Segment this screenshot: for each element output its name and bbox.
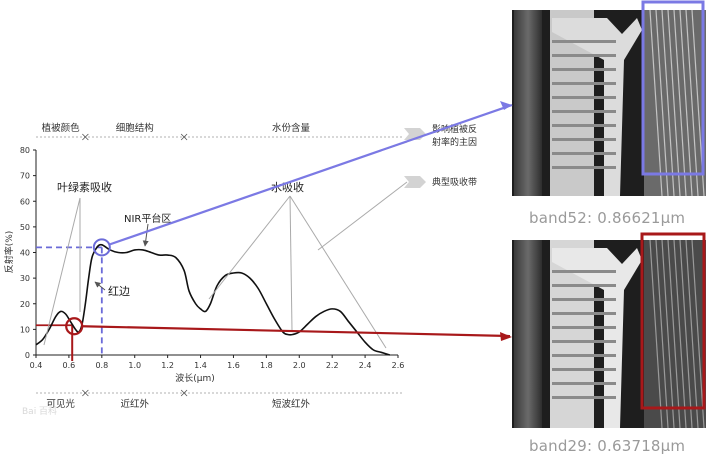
guide-lines [36, 246, 103, 361]
bottom-region-arrow [84, 389, 89, 397]
x-tick-label: 2.6 [392, 361, 405, 370]
image-pier [552, 270, 616, 273]
x-tick-label: 0.6 [63, 361, 76, 370]
y-tick-label: 0 [25, 351, 30, 360]
band52-image [512, 9, 706, 197]
y-tick-label: 60 [20, 197, 30, 206]
image-pier [552, 82, 616, 85]
x-axis-label: 波长(μm) [175, 372, 215, 384]
image-pier [552, 396, 616, 399]
image-pier [552, 298, 616, 301]
top-region-bar: 植被颜色 细胞结构 水份含量 [36, 122, 403, 141]
image-pier [552, 284, 616, 287]
y-axis-label: 反射率(%) [3, 231, 15, 274]
y-tick-label: 80 [20, 146, 30, 155]
x-tick-label: 1.6 [227, 361, 240, 370]
spectral-figure: 植被颜色 细胞结构 水份含量 可见光 近红外 短波红外 0102030405060708… [3, 0, 706, 429]
band52-caption: band52: 0.86621μm [529, 209, 686, 227]
top-region-label: 水份含量 [272, 122, 311, 134]
chlorophyll-label: 叶绿素吸收 [57, 180, 112, 194]
legend: 影响植被反 射率的主因 典型吸收带 [404, 123, 477, 188]
band29-caption: band29: 0.63718μm [529, 437, 686, 455]
image-pier [552, 138, 616, 141]
image-pier [552, 166, 616, 169]
y-tick-label: 70 [20, 172, 30, 181]
bottom-region-label: 短波红外 [272, 398, 311, 410]
legend-label-1b: 射率的主因 [432, 136, 477, 148]
image-strip-left [514, 240, 542, 428]
band29-image [512, 239, 706, 429]
x-tick-label: 2.4 [359, 361, 372, 370]
red-edge-label: 红边 [108, 285, 130, 298]
image-pier [552, 368, 616, 371]
x-tick-label: 2.2 [326, 361, 339, 370]
red-connector [82, 325, 511, 338]
y-tick-label: 30 [20, 274, 30, 283]
top-region-label: 植被颜色 [42, 122, 81, 134]
legend-arrow-icon-2 [404, 176, 426, 188]
image-pier [552, 124, 616, 127]
bottom-region-bar: 可见光 近红外 短波红外 [36, 389, 403, 410]
x-tick-label: 1.2 [161, 361, 174, 370]
nir-plateau-label: NIR平台区 [124, 212, 171, 225]
x-tick-label: 0.4 [30, 361, 43, 370]
nir-connector [109, 103, 513, 246]
top-region-arrow [84, 133, 89, 141]
image-strip-left [514, 10, 542, 196]
image-pier [552, 340, 616, 343]
chart-axes: 0 10 20 30 40 50 60 70 80 0.4 0.6 0.8 1.0 1.2 1.4 1.6 1.… [20, 146, 405, 370]
x-tick-label: 1.8 [260, 361, 273, 370]
watermark: Bai 百科 [22, 405, 57, 417]
red-connector-arrowhead [500, 332, 512, 341]
image-pier [552, 96, 616, 99]
image-pier [552, 110, 616, 113]
y-tick-label: 40 [20, 249, 30, 258]
top-region-label: 细胞结构 [116, 122, 154, 134]
x-tick-label: 1.0 [128, 361, 141, 370]
reflectance-curve [35, 243, 391, 356]
x-tick-label: 1.4 [194, 361, 207, 370]
image-pier [552, 68, 616, 71]
x-tick-label: 0.8 [95, 361, 108, 370]
image-pier [552, 326, 616, 329]
y-tick-label: 20 [20, 300, 30, 309]
x-tick-label: 2.0 [293, 361, 306, 370]
y-tick-label: 50 [20, 223, 30, 232]
image-pier [552, 54, 616, 57]
y-tick-label: 10 [20, 325, 30, 334]
image-pier [552, 312, 616, 315]
image-pier [552, 354, 616, 357]
bottom-region-label: 近红外 [120, 398, 149, 410]
image-pier [552, 152, 616, 155]
legend-label-2: 典型吸收带 [432, 176, 477, 188]
image-pier [552, 382, 616, 385]
image-pier [552, 40, 616, 43]
